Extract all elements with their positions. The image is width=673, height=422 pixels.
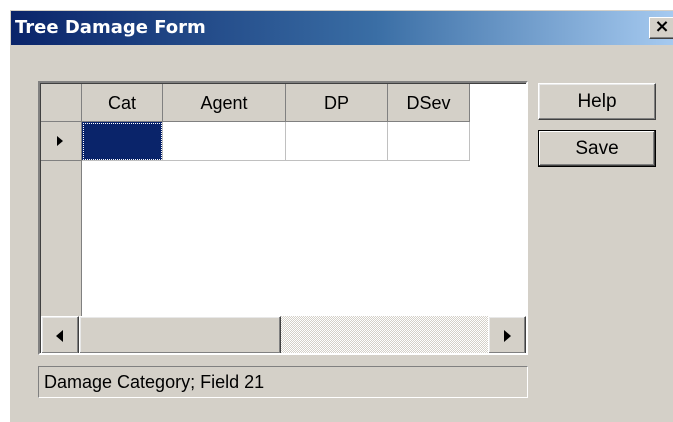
- close-icon: ×: [654, 16, 670, 37]
- cell-dsev[interactable]: [388, 122, 470, 161]
- title-bar[interactable]: Tree Damage Form ×: [11, 11, 673, 45]
- column-header-dsev[interactable]: DSev: [388, 84, 470, 122]
- damage-grid[interactable]: Cat Agent DP DSev: [38, 81, 528, 355]
- cell-cat[interactable]: [82, 122, 163, 161]
- scroll-left-button[interactable]: [41, 316, 79, 353]
- grid-body: Cat Agent DP DSev: [41, 84, 526, 353]
- tree-damage-dialog: Tree Damage Form × Cat Agent DP DSev Hel…: [10, 10, 673, 422]
- cell-agent[interactable]: [163, 122, 286, 161]
- scroll-right-button[interactable]: [488, 316, 526, 353]
- grid-header-row: Cat Agent DP DSev: [41, 84, 526, 123]
- row-indicator[interactable]: [41, 122, 82, 161]
- help-button[interactable]: Help: [538, 83, 656, 120]
- window-title: Tree Damage Form: [15, 17, 206, 38]
- close-button[interactable]: ×: [649, 17, 673, 39]
- cell-dp[interactable]: [286, 122, 388, 161]
- status-bar: Damage Category; Field 21: [38, 366, 528, 398]
- current-row-arrow-icon: [57, 136, 63, 146]
- column-header-agent[interactable]: Agent: [163, 84, 286, 122]
- scrollbar-thumb[interactable]: [79, 316, 281, 353]
- save-button[interactable]: Save: [538, 130, 656, 167]
- arrow-right-icon: [504, 330, 511, 342]
- header-corner[interactable]: [41, 84, 82, 122]
- horizontal-scrollbar[interactable]: [41, 316, 526, 353]
- column-header-dp[interactable]: DP: [286, 84, 388, 122]
- column-header-cat[interactable]: Cat: [82, 84, 163, 122]
- arrow-left-icon: [56, 330, 63, 342]
